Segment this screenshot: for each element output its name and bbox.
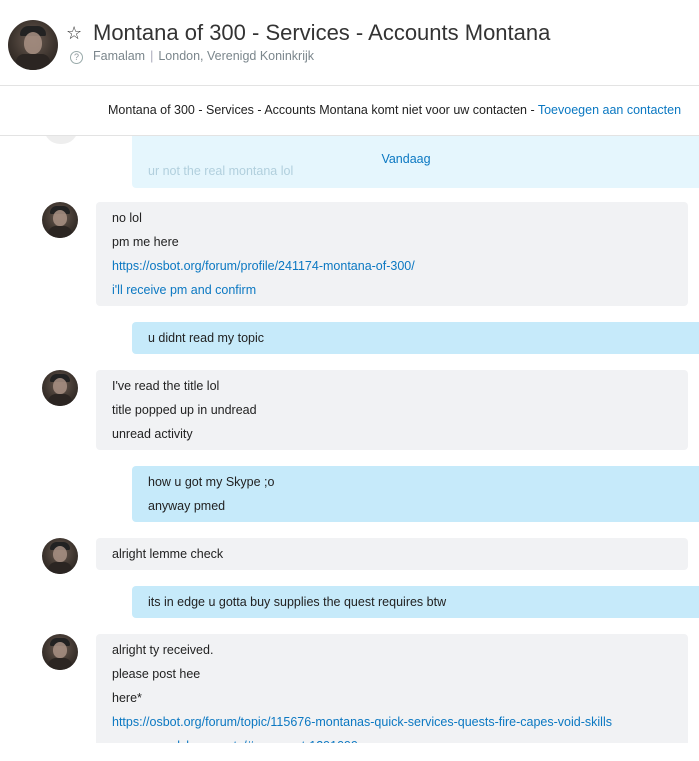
- avatar-face: [53, 210, 67, 226]
- contact-subline: Famalam | London, Verenigd Koninkrijk: [93, 49, 314, 63]
- conversation-title: Montana of 300 - Services - Accounts Mon…: [93, 20, 551, 45]
- message-line: here*: [112, 691, 142, 705]
- message-line: alright ty received.: [112, 643, 214, 657]
- separator: |: [150, 49, 154, 63]
- sender-avatar[interactable]: [42, 202, 78, 238]
- avatar-body: [48, 562, 72, 574]
- contact-avatar[interactable]: [8, 20, 58, 70]
- avatar-body: [48, 658, 72, 670]
- message-link[interactable]: -mmspowerlvl-accounts/#comment-1291099: [112, 734, 672, 743]
- message-line: please post hee: [112, 667, 201, 681]
- scrolled-avatar: [44, 136, 78, 144]
- sender-avatar[interactable]: [42, 538, 78, 574]
- message-link[interactable]: https://osbot.org/forum/topic/115676-mon…: [112, 710, 672, 734]
- message-list[interactable]: ur not the real montana lol Vandaag no l…: [0, 136, 699, 743]
- message-line: its in edge u gotta buy supplies the que…: [148, 595, 447, 609]
- message-line: pm me here: [112, 235, 179, 249]
- avatar-body: [16, 54, 50, 70]
- avatar-face: [53, 378, 67, 394]
- incoming-message-bubble[interactable]: no lol pm me here https://osbot.org/forum/…: [96, 202, 688, 306]
- contact-location: London, Verenigd Koninkrijk: [158, 49, 315, 63]
- outgoing-message-bubble[interactable]: u didnt read my topic: [132, 322, 699, 354]
- message-line: no lol: [112, 211, 142, 225]
- avatar-body: [48, 226, 72, 238]
- message-link[interactable]: https://osbot.org/forum/profile/241174-m…: [112, 254, 672, 278]
- sender-avatar[interactable]: [42, 370, 78, 406]
- avatar-face: [53, 642, 67, 658]
- date-divider: Vandaag: [381, 152, 431, 166]
- banner-text: Montana of 300 - Services - Accounts Mon…: [108, 103, 535, 117]
- scrolled-message-text: ur not the real montana lol: [148, 164, 294, 178]
- contact-username: Famalam: [93, 49, 146, 63]
- question-icon[interactable]: ?: [70, 51, 83, 64]
- message-line: how u got my Skype ;o: [148, 475, 275, 489]
- incoming-message-bubble[interactable]: alright lemme check: [96, 538, 688, 570]
- avatar-body: [48, 394, 72, 406]
- avatar-face: [53, 546, 67, 562]
- incoming-message-bubble[interactable]: I've read the title lol title popped up i…: [96, 370, 688, 450]
- incoming-message-bubble[interactable]: alright ty received. please post hee here*…: [96, 634, 688, 743]
- outgoing-message-bubble[interactable]: how u got my Skype ;o anyway pmed: [132, 466, 699, 522]
- message-link[interactable]: i'll receive pm and confirm: [112, 278, 672, 302]
- star-outline-icon[interactable]: ☆: [66, 23, 82, 43]
- add-to-contacts-link[interactable]: Toevoegen aan contacten: [538, 103, 681, 117]
- avatar-face: [24, 32, 42, 54]
- sender-avatar[interactable]: [42, 634, 78, 670]
- message-line: u didnt read my topic: [148, 331, 265, 345]
- banner-text-wrap: Montana of 300 - Services - Accounts Mon…: [108, 103, 681, 117]
- message-line: title popped up in undread: [112, 403, 257, 417]
- message-line: alright lemme check: [112, 547, 224, 561]
- message-line: I've read the title lol: [112, 379, 220, 393]
- bottom-edge: [0, 743, 699, 761]
- message-line: anyway pmed: [148, 499, 226, 513]
- conversation-header: ☆ Montana of 300 - Services - Accounts M…: [0, 6, 699, 86]
- not-in-contacts-banner: Montana of 300 - Services - Accounts Mon…: [0, 86, 699, 136]
- message-line: unread activity: [112, 427, 193, 441]
- outgoing-message-bubble[interactable]: its in edge u gotta buy supplies the que…: [132, 586, 699, 618]
